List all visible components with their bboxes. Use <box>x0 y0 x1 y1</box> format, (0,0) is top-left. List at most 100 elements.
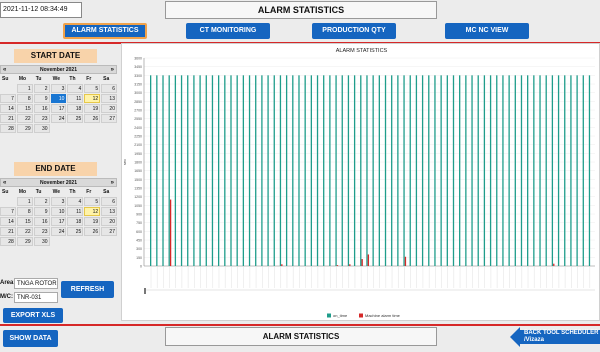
calendar-day[interactable]: 15 <box>16 104 33 113</box>
y-tick-label: 450 <box>136 239 142 243</box>
weekday-label: Th <box>69 189 76 195</box>
bar-on-time <box>409 75 411 266</box>
calendar-day[interactable]: 26 <box>84 114 101 123</box>
calendar-day[interactable]: 23 <box>33 227 50 236</box>
calendar-day[interactable]: 28 <box>0 124 16 133</box>
calendar-day[interactable]: 2 <box>33 197 50 206</box>
calendar-day[interactable]: 20 <box>101 217 117 226</box>
calendar-day[interactable]: 18 <box>67 104 84 113</box>
calendar-day[interactable]: 23 <box>33 114 50 123</box>
calendar-day[interactable]: 25 <box>67 227 84 236</box>
tab-ct-monitoring[interactable]: CT MONITORING <box>186 23 270 39</box>
tab-production-qty[interactable]: PRODUCTION QTY <box>312 23 396 39</box>
calendar-day[interactable]: 6 <box>101 197 117 206</box>
weekday-label: Tu <box>35 76 42 82</box>
calendar-day[interactable]: 16 <box>33 104 50 113</box>
back-label-line2: /Vizaza <box>524 337 544 343</box>
export-xls-button[interactable]: EXPORT XLS <box>3 308 63 323</box>
bar-on-time <box>576 75 578 266</box>
calendar-day[interactable]: 15 <box>16 217 33 226</box>
calendar-day[interactable]: 8 <box>16 94 33 103</box>
tab-alarm-statistics[interactable]: ALARM STATISTICS <box>63 23 147 39</box>
calendar-day[interactable]: 27 <box>101 114 117 123</box>
start-date-calendar[interactable]: « November 2021 » Su Mo Tu We Th Fr Sa 1 2 3 4 5 6 7 8… <box>0 65 117 143</box>
next-month-icon[interactable]: » <box>111 66 114 74</box>
calendar-day[interactable]: 25 <box>67 114 84 123</box>
calendar-day[interactable]: 26 <box>84 227 101 236</box>
calendar-day[interactable]: 8 <box>16 207 33 216</box>
calendar-day[interactable]: 11 <box>67 94 84 103</box>
calendar-day[interactable]: 10 <box>50 94 67 103</box>
weekday-label: Sa <box>103 76 110 82</box>
tab-mc-nc-view[interactable]: MC NC VIEW <box>445 23 529 39</box>
calendar-day[interactable]: 3 <box>50 197 67 206</box>
weekday-label: Tu <box>35 189 42 195</box>
end-date-calendar[interactable]: « November 2021 » Su Mo Tu We Th Fr Sa 1 2 3 4 5 6 7 8… <box>0 178 117 256</box>
calendar-day[interactable]: 4 <box>67 84 84 93</box>
back-label-line1: BACK TOOL SCHEDULER <box>524 330 599 336</box>
calendar-day <box>67 124 83 133</box>
calendar-day[interactable]: 24 <box>50 114 67 123</box>
calendar-day[interactable]: 2 <box>33 84 50 93</box>
bar-on-time <box>489 75 492 266</box>
calendar-day[interactable]: 12 <box>84 94 101 103</box>
weekday-label: Fr <box>86 76 92 82</box>
calendar-day[interactable]: 20 <box>101 104 117 113</box>
calendar-day[interactable]: 19 <box>84 217 101 226</box>
calendar-day[interactable]: 7 <box>0 207 16 216</box>
prev-month-icon[interactable]: « <box>3 66 6 74</box>
refresh-button[interactable]: REFRESH <box>61 281 114 298</box>
calendar-day <box>101 124 117 133</box>
calendar-day[interactable]: 22 <box>16 227 33 236</box>
bar-on-time <box>421 75 424 266</box>
weekday-label: Th <box>69 76 76 82</box>
calendar-day[interactable]: 4 <box>67 197 84 206</box>
calendar-day[interactable]: 28 <box>0 237 16 246</box>
calendar-day[interactable]: 13 <box>101 94 117 103</box>
prev-month-icon[interactable]: « <box>3 179 6 187</box>
calendar-day[interactable]: 13 <box>101 207 117 216</box>
calendar-day[interactable]: 10 <box>50 207 67 216</box>
calendar-day[interactable]: 24 <box>50 227 67 236</box>
y-tick-label: 900 <box>136 213 142 217</box>
calendar-day[interactable]: 7 <box>0 94 16 103</box>
calendar-day[interactable]: 9 <box>33 94 50 103</box>
bar-on-time <box>471 75 473 266</box>
calendar-day[interactable]: 19 <box>84 104 101 113</box>
calendar-day[interactable]: 5 <box>84 197 101 206</box>
calendar-day[interactable]: 17 <box>50 104 67 113</box>
calendar-day[interactable]: 30 <box>33 237 50 246</box>
bar-on-time <box>211 75 214 266</box>
weekday-label: Sa <box>103 189 110 195</box>
bar-on-time <box>292 75 294 266</box>
next-month-icon[interactable]: » <box>111 179 114 187</box>
calendar-day[interactable]: 14 <box>0 217 16 226</box>
calendar-day[interactable]: 22 <box>16 114 33 123</box>
show-data-button[interactable]: SHOW DATA <box>3 330 58 347</box>
calendar-day[interactable]: 30 <box>33 124 50 133</box>
area-select[interactable]: TNGA ROTOR <box>14 278 58 289</box>
calendar-day[interactable]: 1 <box>16 84 33 93</box>
calendar-day[interactable]: 14 <box>0 104 16 113</box>
calendar-day[interactable]: 29 <box>16 124 33 133</box>
calendar-day[interactable]: 27 <box>101 227 117 236</box>
calendar-day[interactable]: 17 <box>50 217 67 226</box>
calendar-day[interactable]: 18 <box>67 217 84 226</box>
calendar-day[interactable]: 9 <box>33 207 50 216</box>
calendar-day[interactable]: 21 <box>0 227 16 236</box>
calendar-day[interactable]: 16 <box>33 217 50 226</box>
calendar-day[interactable]: 21 <box>0 114 16 123</box>
back-tool-scheduler-button[interactable]: BACK TOOL SCHEDULER /Vizaza <box>510 327 600 347</box>
y-axis-label: sec <box>122 159 127 165</box>
calendar-day[interactable]: 12 <box>84 207 101 216</box>
calendar-day[interactable]: 5 <box>84 84 101 93</box>
calendar-day[interactable]: 29 <box>16 237 33 246</box>
calendar-day[interactable]: 1 <box>16 197 33 206</box>
bar-on-time <box>415 75 418 266</box>
calendar-day <box>0 134 16 143</box>
mc-select[interactable]: TNR-031 <box>14 292 58 303</box>
legend-swatch-on-time <box>327 313 331 318</box>
calendar-day[interactable]: 3 <box>50 84 67 93</box>
calendar-day[interactable]: 11 <box>67 207 84 216</box>
calendar-day[interactable]: 6 <box>101 84 117 93</box>
